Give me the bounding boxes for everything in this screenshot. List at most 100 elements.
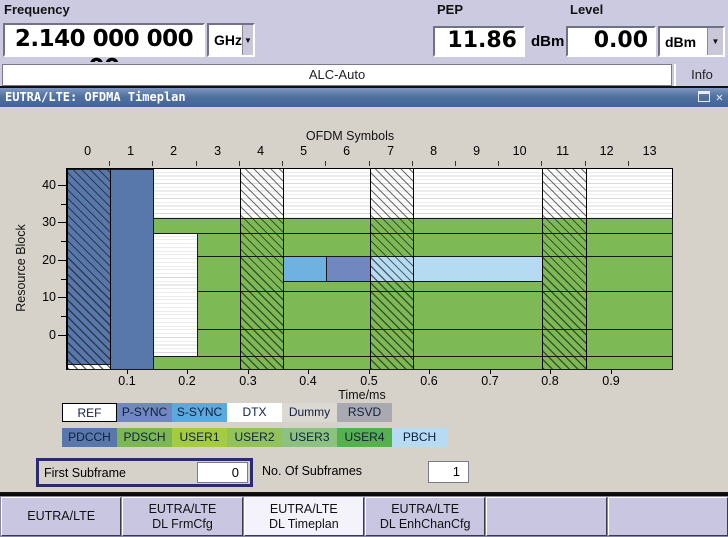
pep-label: PEP: [437, 2, 463, 17]
y-axis-title: Resource Block: [14, 168, 28, 368]
symbol-boundary-tick: [498, 161, 499, 166]
timeplan-window: EUTRA/LTE: OFDMA Timeplan ✕ OFDM Symbols…: [0, 88, 728, 494]
subframes-input[interactable]: 1: [428, 461, 469, 483]
ofdm-symbol-label: 4: [246, 144, 276, 158]
pep-unit-label: dBm: [531, 33, 564, 50]
rb-major-tick: [58, 185, 66, 186]
rb-tick-label: 30: [30, 215, 56, 229]
rb-major-tick: [58, 297, 66, 298]
legend-item-user2: USER2: [227, 428, 282, 447]
legend-item-pdcch: PDCCH: [62, 428, 117, 447]
chevron-down-icon[interactable]: ▼: [242, 25, 253, 55]
rb-tick-label: 0: [30, 328, 56, 342]
legend-item-user1: USER1: [172, 428, 227, 447]
ref-hatch-column: [240, 169, 284, 369]
header-bar: Frequency 2.140 000 000 00 GHz ▼ PEP 11.…: [0, 0, 728, 62]
legend-item-s-sync: S-SYNC: [172, 403, 227, 422]
softkey-1[interactable]: EUTRA/LTE: [1, 497, 121, 536]
chevron-down-icon[interactable]: ▼: [707, 28, 723, 55]
rb-major-tick: [58, 260, 66, 261]
legend-row-1: REFP-SYNCS-SYNCDTXDummyRSVD: [62, 403, 392, 422]
symbol-boundary-tick: [152, 161, 153, 166]
subframes-label: No. Of Subframes: [262, 464, 362, 478]
ofdm-symbol-label: 8: [419, 144, 449, 158]
ofdm-symbol-label: 7: [376, 144, 406, 158]
softkey-6[interactable]: [608, 497, 728, 536]
symbol-boundary-tick: [325, 161, 326, 166]
time-tick-label: 0.7: [470, 374, 510, 388]
softkey-2[interactable]: EUTRA/LTEDL FrmCfg: [122, 497, 242, 536]
time-tick-label: 0.1: [107, 374, 147, 388]
ofdm-symbol-label: 11: [548, 144, 578, 158]
softkey-label: EUTRA/LTE: [391, 502, 459, 517]
softkey-label: EUTRA/LTE: [149, 502, 217, 517]
time-tick-label: 0.2: [167, 374, 207, 388]
first-subframe-label: First Subframe: [39, 466, 197, 480]
info-button[interactable]: Info: [674, 64, 728, 86]
timeplan-region-s-sync: [283, 256, 327, 282]
symbol-boundary-tick: [541, 161, 542, 166]
time-tick-label: 0.9: [591, 374, 631, 388]
ref-hatch-column: [67, 169, 111, 369]
level-label: Level: [570, 2, 603, 17]
close-icon[interactable]: ✕: [713, 90, 726, 104]
ofdm-symbol-label: 2: [159, 144, 189, 158]
rb-tick-label: 40: [30, 178, 56, 192]
status-bar: ALC-Auto Info: [0, 62, 728, 88]
softkey-label: EUTRA/LTE: [27, 509, 95, 524]
ofdm-symbol-label: 12: [592, 144, 622, 158]
symbol-boundary-tick: [239, 161, 240, 166]
level-value-field[interactable]: 0.00: [566, 26, 656, 57]
maximize-icon[interactable]: [698, 91, 710, 102]
legend-item-user3: USER3: [282, 428, 337, 447]
timeplan-region-p-sync: [326, 256, 371, 282]
symbol-boundary-tick: [369, 161, 370, 166]
bottom-axis-title: Time/ms: [312, 388, 412, 402]
legend-item-rsvd: RSVD: [337, 403, 392, 422]
first-subframe-input[interactable]: 0: [197, 462, 248, 483]
softkey-bar: EUTRA/LTEEUTRA/LTEDL FrmCfgEUTRA/LTEDL T…: [0, 494, 728, 537]
legend-item-pbch: PBCH: [392, 428, 447, 447]
level-unit-label: dBm: [660, 34, 707, 50]
ref-hatch-column: [370, 169, 414, 369]
symbol-boundary-tick: [282, 161, 283, 166]
symbol-boundary-tick: [628, 161, 629, 166]
ref-hatch-column: [542, 169, 587, 369]
ofdm-symbol-label: 10: [505, 144, 535, 158]
instrument-screen: Frequency 2.140 000 000 00 GHz ▼ PEP 11.…: [0, 0, 728, 537]
frequency-label: Frequency: [4, 2, 70, 17]
frequency-unit-label: GHz: [209, 32, 242, 48]
legend-item-p-sync: P-SYNC: [117, 403, 172, 422]
legend-item-pdsch: PDSCH: [117, 428, 172, 447]
symbol-boundary-tick: [585, 161, 586, 166]
legend-item-ref: REF: [62, 403, 117, 422]
legend-row-2: PDCCHPDSCHUSER1USER2USER3USER4PBCH: [62, 428, 447, 447]
level-unit-select[interactable]: dBm ▼: [658, 26, 725, 57]
legend-item-dummy: Dummy: [282, 403, 337, 422]
frequency-value-field[interactable]: 2.140 000 000 00: [3, 23, 205, 57]
legend-item-user4: USER4: [337, 428, 392, 447]
time-tick-label: 0.5: [349, 374, 389, 388]
frequency-unit-select[interactable]: GHz ▼: [207, 23, 255, 57]
softkey-label: DL FrmCfg: [152, 517, 213, 532]
softkey-3[interactable]: EUTRA/LTEDL Timeplan: [244, 497, 364, 536]
softkey-label: EUTRA/LTE: [270, 502, 338, 517]
window-title-bar[interactable]: EUTRA/LTE: OFDMA Timeplan ✕: [0, 88, 728, 107]
ofdm-symbol-label: 3: [203, 144, 233, 158]
pep-value-field[interactable]: 11.86: [433, 26, 525, 57]
ofdm-symbol-label: 1: [116, 144, 146, 158]
rb-major-tick: [58, 222, 66, 223]
ofdm-symbol-label: 6: [332, 144, 362, 158]
symbol-boundary-tick: [412, 161, 413, 166]
rb-tick-label: 20: [30, 253, 56, 267]
symbol-boundary-tick: [109, 161, 110, 166]
status-message: ALC-Auto: [2, 64, 672, 86]
ofdm-symbol-label: 0: [73, 144, 103, 158]
time-tick-label: 0.3: [228, 374, 268, 388]
softkey-label: DL Timeplan: [269, 517, 339, 532]
time-tick-label: 0.4: [288, 374, 328, 388]
softkey-5[interactable]: [486, 497, 606, 536]
time-tick-label: 0.8: [530, 374, 570, 388]
ofdm-symbol-label: 9: [462, 144, 492, 158]
softkey-4[interactable]: EUTRA/LTEDL EnhChanCfg: [365, 497, 485, 536]
